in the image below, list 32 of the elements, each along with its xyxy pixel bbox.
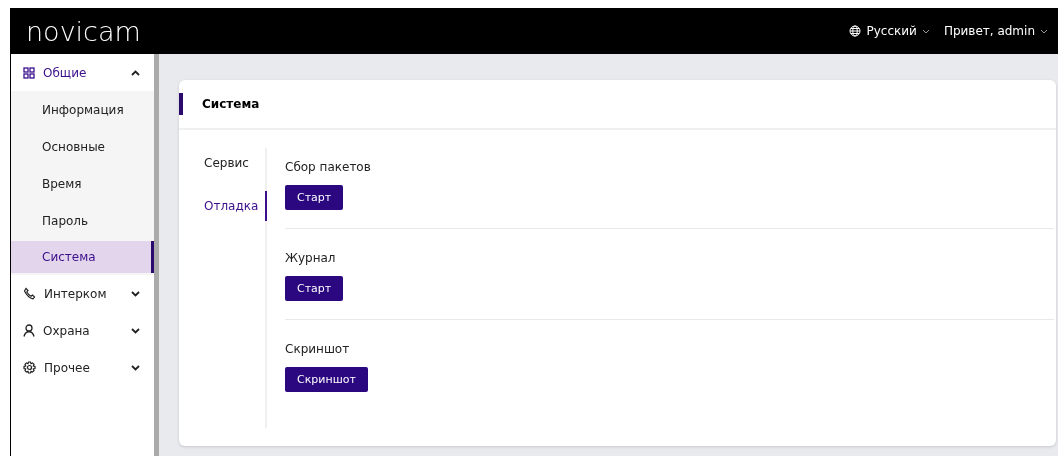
action-button[interactable]: Старт xyxy=(285,185,344,210)
phone-icon xyxy=(23,287,36,300)
sidebar-item[interactable]: Пароль xyxy=(11,202,154,239)
sidebar-item[interactable]: Информация xyxy=(11,91,154,128)
sidebar-item[interactable]: Основные xyxy=(11,128,154,165)
nav-group[interactable]: Общие xyxy=(11,54,154,91)
action-button[interactable]: Старт xyxy=(285,276,344,301)
section-title: Сбор пакетов xyxy=(285,160,371,174)
tab[interactable]: Отладка xyxy=(179,191,267,221)
globe-icon xyxy=(849,25,862,37)
chevron-icon xyxy=(131,290,140,297)
settings-icon xyxy=(23,361,36,374)
section-title: Скриншот xyxy=(285,342,350,356)
sidebar-item[interactable]: Время xyxy=(11,165,154,202)
card-title: Система xyxy=(202,97,260,111)
nav-group[interactable]: Интерком xyxy=(11,275,154,312)
nav-group[interactable]: Охрана xyxy=(11,312,154,349)
chevron-icon xyxy=(131,364,140,371)
chevron-icon xyxy=(131,69,140,76)
logo: novicam xyxy=(26,15,141,47)
chevron-icon xyxy=(131,327,140,334)
tab[interactable]: Сервис xyxy=(179,148,265,178)
section-title: Журнал xyxy=(285,251,336,265)
grid-icon xyxy=(23,66,35,79)
language-menu[interactable]: Русский xyxy=(866,24,917,38)
person-icon xyxy=(23,324,35,337)
caret-icon xyxy=(1040,28,1048,34)
action-button[interactable]: Скриншот xyxy=(285,367,368,392)
sidebar-item[interactable]: Система xyxy=(11,241,154,273)
user-menu[interactable]: Привет, admin xyxy=(943,24,1035,38)
nav-group[interactable]: Прочее xyxy=(11,349,154,386)
caret-icon xyxy=(921,28,930,34)
